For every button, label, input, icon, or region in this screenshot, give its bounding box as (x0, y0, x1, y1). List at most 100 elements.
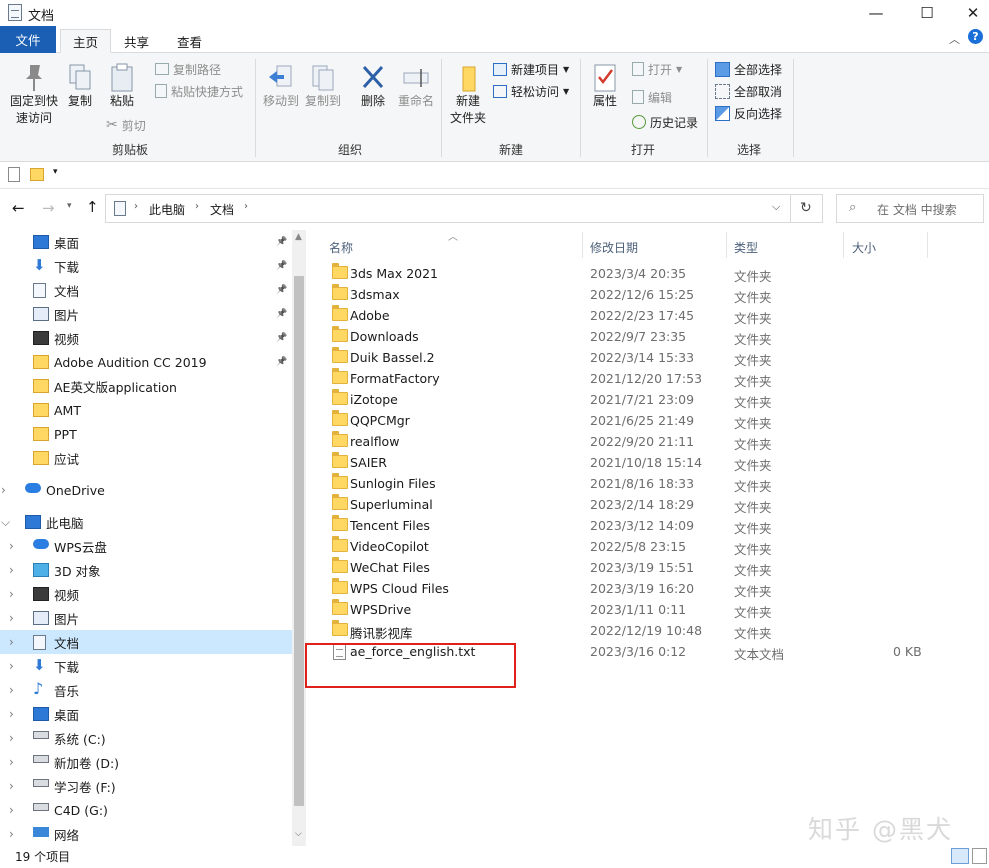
chevron-right-icon[interactable]: › (9, 539, 14, 553)
quick-access-item[interactable]: AMT (0, 398, 292, 422)
quick-access-item[interactable]: 桌面 📌 (0, 230, 292, 254)
properties-button[interactable]: 属性 (588, 63, 622, 110)
quick-access-item[interactable]: 应试 (0, 446, 292, 470)
column-divider[interactable] (843, 232, 844, 258)
cut-button[interactable]: ✂ 剪切 (106, 114, 146, 136)
easy-access-button[interactable]: 轻松访问 ▼ (493, 80, 569, 102)
pin-quick-access-button[interactable]: 固定到快 速访问 (6, 63, 62, 127)
thispc-item[interactable]: › 网络 (0, 822, 292, 846)
breadcrumb-thispc[interactable]: 此电脑 (149, 201, 185, 218)
close-button[interactable]: ✕ (950, 0, 989, 26)
chevron-right-icon[interactable]: › (9, 635, 14, 649)
thispc-item[interactable]: › 3D 对象 (0, 558, 292, 582)
properties-qat-icon[interactable] (8, 167, 20, 182)
new-folder-qat-icon[interactable] (30, 168, 44, 181)
folder-row[interactable]: WPSDrive 2023/1/11 0:11 文件夹 (306, 599, 989, 621)
column-header-size[interactable]: 大小 (852, 236, 876, 258)
history-button[interactable]: 历史记录 (632, 111, 698, 133)
folder-row[interactable]: realflow 2022/9/20 21:11 文件夹 (306, 431, 989, 453)
scroll-up-icon[interactable]: ▲ (295, 232, 302, 242)
nav-scrollbar-thumb[interactable] (294, 276, 304, 806)
folder-row[interactable]: Tencent Files 2023/3/12 14:09 文件夹 (306, 515, 989, 537)
back-button[interactable]: ← (12, 199, 25, 217)
thispc-item[interactable]: › 图片 (0, 606, 292, 630)
maximize-button[interactable]: ☐ (904, 0, 950, 26)
quick-access-item[interactable]: 图片 📌 (0, 302, 292, 326)
invert-selection-button[interactable]: 反向选择 (715, 102, 782, 124)
folder-row[interactable]: WeChat Files 2023/3/19 15:51 文件夹 (306, 557, 989, 579)
delete-button[interactable]: 删除 (356, 63, 390, 110)
help-icon[interactable]: ? (968, 29, 983, 44)
column-divider[interactable] (582, 232, 583, 258)
quick-access-item[interactable]: Adobe Audition CC 2019 📌 (0, 350, 292, 374)
chevron-right-icon[interactable]: › (9, 563, 14, 577)
tab-view[interactable]: 查看 (165, 29, 214, 53)
thispc-item[interactable]: › 学习卷 (F:) (0, 774, 292, 798)
tab-file[interactable]: 文件 (0, 26, 56, 53)
folder-row[interactable]: QQPCMgr 2021/6/25 21:49 文件夹 (306, 410, 989, 432)
scroll-down-icon[interactable]: ⌵ (295, 829, 302, 839)
folder-row[interactable]: Adobe 2022/2/23 17:45 文件夹 (306, 305, 989, 327)
folder-row[interactable]: iZotope 2021/7/21 23:09 文件夹 (306, 389, 989, 411)
new-item-button[interactable]: 新建项目 ▼ (493, 58, 569, 80)
move-to-button[interactable]: 移动到 (261, 63, 301, 110)
select-all-button[interactable]: 全部选择 (715, 58, 782, 80)
quick-access-item[interactable]: AE英文版application (0, 374, 292, 398)
quick-access-item[interactable]: PPT (0, 422, 292, 446)
thispc-item[interactable]: › 系统 (C:) (0, 726, 292, 750)
chevron-right-icon[interactable]: › (9, 611, 14, 625)
folder-row[interactable]: SAIER 2021/10/18 15:14 文件夹 (306, 452, 989, 474)
edit-button[interactable]: 编辑 (632, 86, 672, 108)
thispc-item[interactable]: › 桌面 (0, 702, 292, 726)
chevron-right-icon[interactable]: › (9, 707, 14, 721)
up-button[interactable]: ↑ (86, 198, 99, 216)
chevron-right-icon[interactable]: › (9, 587, 14, 601)
large-icons-view-icon[interactable] (972, 848, 987, 864)
copy-to-button[interactable]: 复制到 (303, 63, 343, 110)
thispc-item[interactable]: › C4D (G:) (0, 798, 292, 822)
thispc-item[interactable]: › ⬇ 下载 (0, 654, 292, 678)
chevron-right-icon[interactable]: › (9, 779, 14, 793)
column-divider[interactable] (726, 232, 727, 258)
quick-access-item[interactable]: 文档 📌 (0, 278, 292, 302)
folder-row[interactable]: Duik Bassel.2 2022/3/14 15:33 文件夹 (306, 347, 989, 369)
copy-path-button[interactable]: 复制路径 (155, 58, 221, 80)
nav-item-thispc[interactable]: ⌵ 此电脑 (0, 510, 292, 534)
details-view-icon[interactable] (951, 848, 969, 864)
collapse-ribbon-icon[interactable]: ︿ (949, 31, 960, 47)
column-header-date[interactable]: 修改日期 (590, 236, 638, 258)
address-bar[interactable]: › 此电脑 › 文档 › ⌵ (105, 194, 791, 223)
chevron-right-icon[interactable]: › (1, 483, 6, 497)
rename-button[interactable]: 重命名 (396, 63, 436, 110)
chevron-right-icon[interactable]: › (9, 827, 14, 841)
quick-access-item[interactable]: 视频 📌 (0, 326, 292, 350)
recent-locations-icon[interactable]: ▾ (67, 201, 72, 211)
copy-button[interactable]: 复制 (64, 63, 96, 110)
folder-row[interactable]: 腾讯影视库 2022/12/19 10:48 文件夹 (306, 620, 989, 642)
thispc-item[interactable]: › 文档 (0, 630, 292, 654)
minimize-button[interactable]: — (853, 0, 899, 26)
column-header-type[interactable]: 类型 (734, 236, 758, 258)
column-divider[interactable] (927, 232, 928, 258)
breadcrumb-documents[interactable]: 文档 (210, 201, 234, 218)
folder-row[interactable]: 3dsmax 2022/12/6 15:25 文件夹 (306, 284, 989, 306)
quick-access-item[interactable]: ⬇ 下载 📌 (0, 254, 292, 278)
thispc-item[interactable]: › 新加卷 (D:) (0, 750, 292, 774)
refresh-button[interactable]: ↻ (791, 194, 823, 223)
folder-row[interactable]: Sunlogin Files 2021/8/16 18:33 文件夹 (306, 473, 989, 495)
folder-row[interactable]: VideoCopilot 2022/5/8 23:15 文件夹 (306, 536, 989, 558)
customize-qat-icon[interactable]: ▾ (53, 167, 58, 177)
chevron-down-icon[interactable]: ⌵ (1, 515, 10, 530)
chevron-right-icon[interactable]: › (9, 659, 14, 673)
chevron-right-icon[interactable]: › (9, 755, 14, 769)
paste-button[interactable]: 粘贴 (106, 63, 138, 110)
select-none-button[interactable]: 全部取消 (715, 80, 782, 102)
folder-row[interactable]: 3ds Max 2021 2023/3/4 20:35 文件夹 (306, 263, 989, 285)
address-dropdown-icon[interactable]: ⌵ (772, 200, 780, 214)
folder-row[interactable]: WPS Cloud Files 2023/3/19 16:20 文件夹 (306, 578, 989, 600)
folder-row[interactable]: Superluminal 2023/2/14 18:29 文件夹 (306, 494, 989, 516)
column-header-name[interactable]: 名称 (329, 236, 353, 258)
paste-shortcut-button[interactable]: 粘贴快捷方式 (155, 80, 243, 102)
tab-home[interactable]: 主页 (60, 29, 112, 53)
chevron-right-icon[interactable]: › (9, 683, 14, 697)
